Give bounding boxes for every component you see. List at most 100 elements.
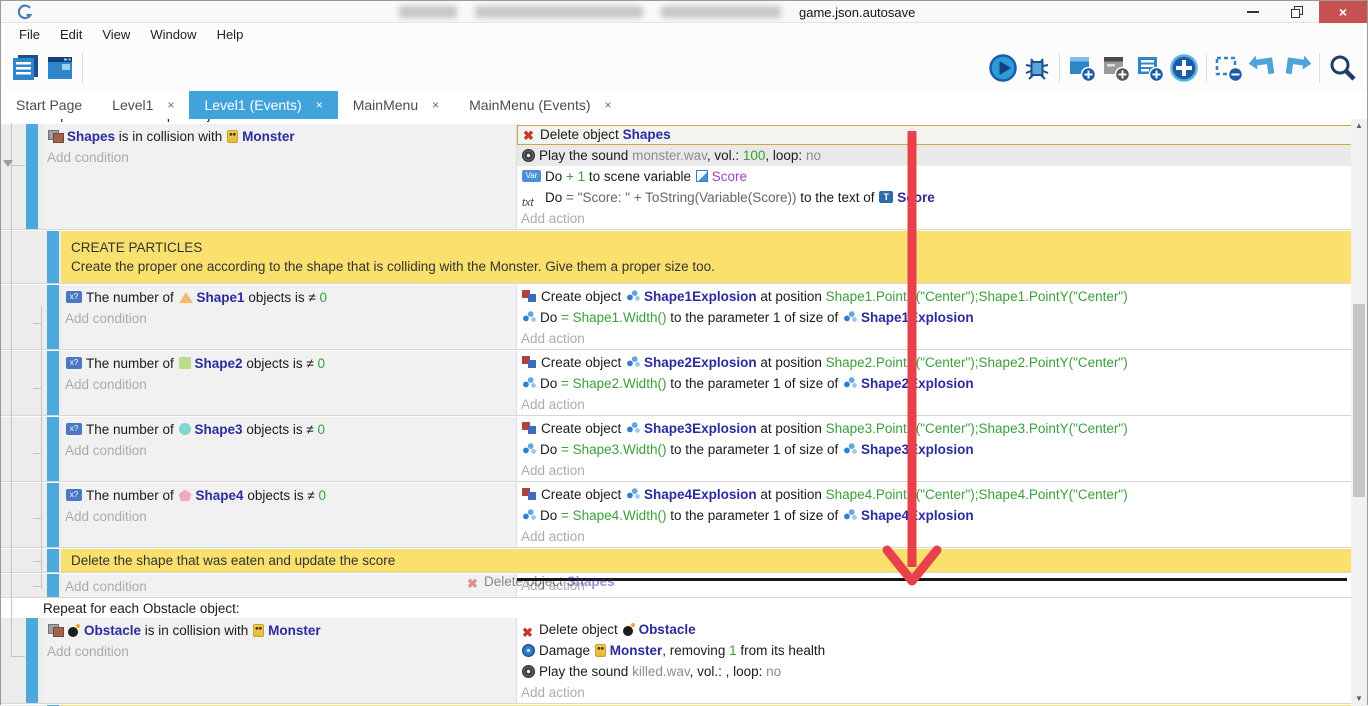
comment-body[interactable]: Delete the shape that was eaten and upda… (61, 549, 1353, 572)
add-subevent-icon[interactable] (1099, 51, 1133, 85)
event-drag-bar[interactable] (47, 483, 59, 547)
condition-line[interactable]: Shapes is in collision with Monster (43, 126, 516, 147)
action-line[interactable]: Do = Shape4.Width() to the parameter 1 o… (517, 505, 1353, 526)
condition-line[interactable]: Obstacle is in collision with Monster (43, 620, 516, 641)
text-segment: Add action (521, 463, 585, 478)
actions-column: Delete object ShapesPlay the sound monst… (517, 124, 1353, 229)
menu-edit[interactable]: Edit (50, 27, 92, 42)
close-button[interactable]: × (1319, 1, 1367, 23)
action-line[interactable]: Do = "Score: " + ToString(Variable(Score… (517, 187, 1353, 208)
text-segment: , vol.: (707, 148, 743, 163)
add-condition-button[interactable]: Add condition (61, 576, 516, 597)
condition-line[interactable]: The number of Shape1 objects is ≠ 0 (61, 287, 516, 308)
action-line[interactable]: Damage Monster, removing 1 from its heal… (517, 640, 1353, 661)
restore-button[interactable] (1275, 1, 1319, 23)
play-icon[interactable] (986, 51, 1020, 85)
action-line[interactable]: Create object Shape3Explosion at positio… (517, 418, 1353, 439)
text-segment: monster.wav (632, 148, 707, 163)
event-drag-bar[interactable] (47, 285, 59, 349)
comment-block[interactable]: CREATE PARTICLESCreate the proper one ac… (1, 231, 1353, 284)
scroll-up-icon[interactable]: ▲ (1351, 119, 1367, 133)
action-line[interactable]: Do = Shape1.Width() to the parameter 1 o… (517, 307, 1353, 328)
action-line[interactable]: Delete object Obstacle (517, 619, 1353, 640)
add-condition-button[interactable]: Add condition (61, 506, 516, 527)
add-action-button[interactable]: Add action (517, 208, 1353, 229)
event-drag-bar[interactable] (47, 417, 59, 481)
event-drag-bar[interactable] (47, 549, 59, 572)
add-condition-button[interactable]: Add condition (61, 308, 516, 329)
add-event-icon[interactable] (1065, 51, 1099, 85)
tab-start-page[interactable]: Start Page (1, 91, 97, 119)
condition-line[interactable]: The number of Shape3 objects is ≠ 0 (61, 419, 516, 440)
add-action-button[interactable]: Add action (517, 460, 1353, 481)
undo-icon[interactable] (1246, 51, 1280, 85)
add-condition-button[interactable]: Add condition (43, 147, 516, 168)
add-condition-button[interactable]: Add condition (43, 641, 516, 662)
tab-label: MainMenu (353, 97, 418, 113)
add-condition-button[interactable]: Add condition (61, 374, 516, 395)
action-line[interactable]: Do + 1 to scene variable Score (517, 166, 1353, 187)
action-line[interactable]: Play the sound monster.wav, vol.: 100, l… (517, 145, 1353, 166)
menu-window[interactable]: Window (140, 27, 206, 42)
event-header[interactable]: Repeat for each Obstacle object: (1, 599, 1353, 618)
action-line[interactable]: Delete object Shapes (517, 125, 1353, 145)
tab-close-icon[interactable]: × (167, 98, 174, 112)
minimize-button[interactable] (1231, 1, 1275, 23)
search-icon[interactable] (1325, 51, 1359, 85)
text-segment: Do (545, 190, 566, 205)
action-line[interactable]: Create object Shape2Explosion at positio… (517, 352, 1353, 373)
action-line[interactable]: Do = Shape3.Width() to the parameter 1 o… (517, 439, 1353, 460)
tab-close-icon[interactable]: × (605, 98, 612, 112)
scroll-down-icon[interactable]: ▼ (1351, 692, 1367, 706)
condition-line[interactable]: The number of Shape4 objects is ≠ 0 (61, 485, 516, 506)
add-action-button[interactable]: Add action (517, 394, 1353, 415)
condition-line[interactable]: The number of Shape2 objects is ≠ 0 (61, 353, 516, 374)
tab-mainmenu[interactable]: MainMenu × (338, 91, 454, 119)
action-line[interactable]: Create object Shape4Explosion at positio… (517, 484, 1353, 505)
text-segment: at position (757, 421, 826, 436)
add-instruction-icon[interactable] (1167, 51, 1201, 85)
event-drag-bar[interactable] (47, 231, 59, 283)
tab-mainmenu-events[interactable]: MainMenu (Events)× (454, 91, 626, 119)
text-segment: Monster (610, 643, 663, 658)
conditions-column: The number of Shape2 objects is ≠ 0Add c… (61, 351, 517, 415)
project-manager-icon[interactable] (9, 51, 43, 85)
tab-level1-events[interactable]: Level1 (Events) × (189, 91, 337, 119)
text-segment: Shape1Explosion (861, 310, 974, 325)
debug-icon[interactable] (1020, 51, 1054, 85)
comment-body[interactable]: CREATE PARTICLESCreate the proper one ac… (61, 231, 1353, 283)
add-comment-icon[interactable] (1133, 51, 1167, 85)
text-segment: Shape2Explosion (861, 376, 974, 391)
tab-close-icon[interactable]: × (432, 98, 439, 112)
action-line[interactable]: Create object Shape1Explosion at positio… (517, 286, 1353, 307)
event-drag-bar[interactable] (47, 351, 59, 415)
text-segment: objects is (243, 356, 307, 371)
action-line[interactable]: Play the sound killed.wav, vol.: , loop:… (517, 661, 1353, 682)
event-block: The number of Shape1 objects is ≠ 0Add c… (1, 285, 1353, 350)
collapse-toggle-icon[interactable] (3, 160, 13, 167)
comment-block[interactable]: Delete the shape that was eaten and upda… (1, 549, 1353, 573)
add-action-button[interactable]: Add action (517, 328, 1353, 349)
tab-close-icon[interactable]: × (316, 98, 323, 112)
menu-file[interactable]: File (9, 27, 50, 42)
event-drag-bar[interactable] (26, 618, 38, 703)
text-segment: = Shape2.Width() (561, 376, 666, 391)
scene-editor-icon[interactable] (43, 51, 77, 85)
add-action-button[interactable]: Add action (517, 526, 1353, 547)
event-drag-bar[interactable] (26, 124, 38, 229)
menu-bar: File Edit View Window Help (1, 23, 1367, 45)
tab-label: Level1 (Events) (204, 97, 301, 113)
drag-ghost: Delete object Shapes (466, 572, 615, 591)
tab-level1[interactable]: Level1× (97, 91, 189, 119)
add-condition-button[interactable]: Add condition (61, 440, 516, 461)
conditions-column: The number of Shape1 objects is ≠ 0Add c… (61, 285, 517, 349)
remove-selection-icon[interactable] (1212, 51, 1246, 85)
menu-view[interactable]: View (92, 27, 140, 42)
event-drag-bar[interactable] (47, 574, 59, 597)
menu-help[interactable]: Help (207, 27, 254, 42)
redo-icon[interactable] (1280, 51, 1314, 85)
scrollbar-thumb[interactable] (1353, 304, 1365, 497)
action-line[interactable]: Do = Shape2.Width() to the parameter 1 o… (517, 373, 1353, 394)
add-action-button[interactable]: Add action (517, 682, 1353, 703)
scrollbar-track[interactable]: ▲ ▼ (1351, 119, 1367, 706)
